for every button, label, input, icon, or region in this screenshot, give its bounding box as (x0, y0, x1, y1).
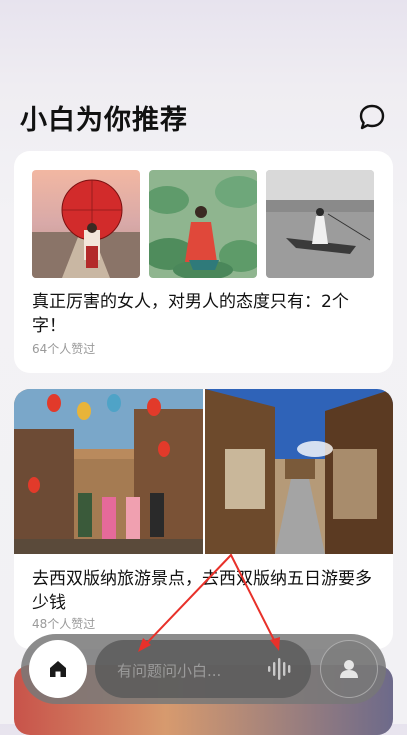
article-title[interactable]: 真正厉害的女人，对男人的态度只有：2个字！ (32, 290, 379, 338)
page-title: 小白为你推荐 (20, 105, 188, 136)
home-icon (50, 661, 66, 677)
home-button[interactable] (29, 640, 87, 698)
article-thumbnail-boat (266, 170, 374, 278)
ask-input[interactable]: 有问题问小白... (95, 640, 311, 698)
chat-bubble-icon (359, 104, 385, 130)
user-icon (340, 660, 358, 678)
header: 小白为你推荐 (20, 98, 387, 138)
profile-button[interactable] (320, 640, 378, 698)
feed-card[interactable]: 去西双版纳旅游景点，去西双版纳五日游要多少钱 48个人赞过 (14, 389, 393, 649)
article-title[interactable]: 去西双版纳旅游景点，去西双版纳五日游要多少钱 (32, 567, 379, 615)
article-thumbnail-umbrella (32, 170, 140, 278)
likes-count: 64个人赞过 (32, 342, 96, 356)
feed-card[interactable]: 真正厉害的女人，对男人的态度只有：2个字！ 64个人赞过 (14, 151, 393, 373)
bottom-bar: 有问题问小白... (21, 634, 386, 704)
article-banner-image (14, 389, 393, 554)
likes-count: 48个人赞过 (32, 617, 96, 631)
voice-wave-icon[interactable] (267, 658, 295, 680)
chat-button[interactable] (357, 102, 387, 132)
article-thumbnail-lotus (149, 170, 257, 278)
ask-input-placeholder: 有问题问小白... (117, 662, 222, 680)
